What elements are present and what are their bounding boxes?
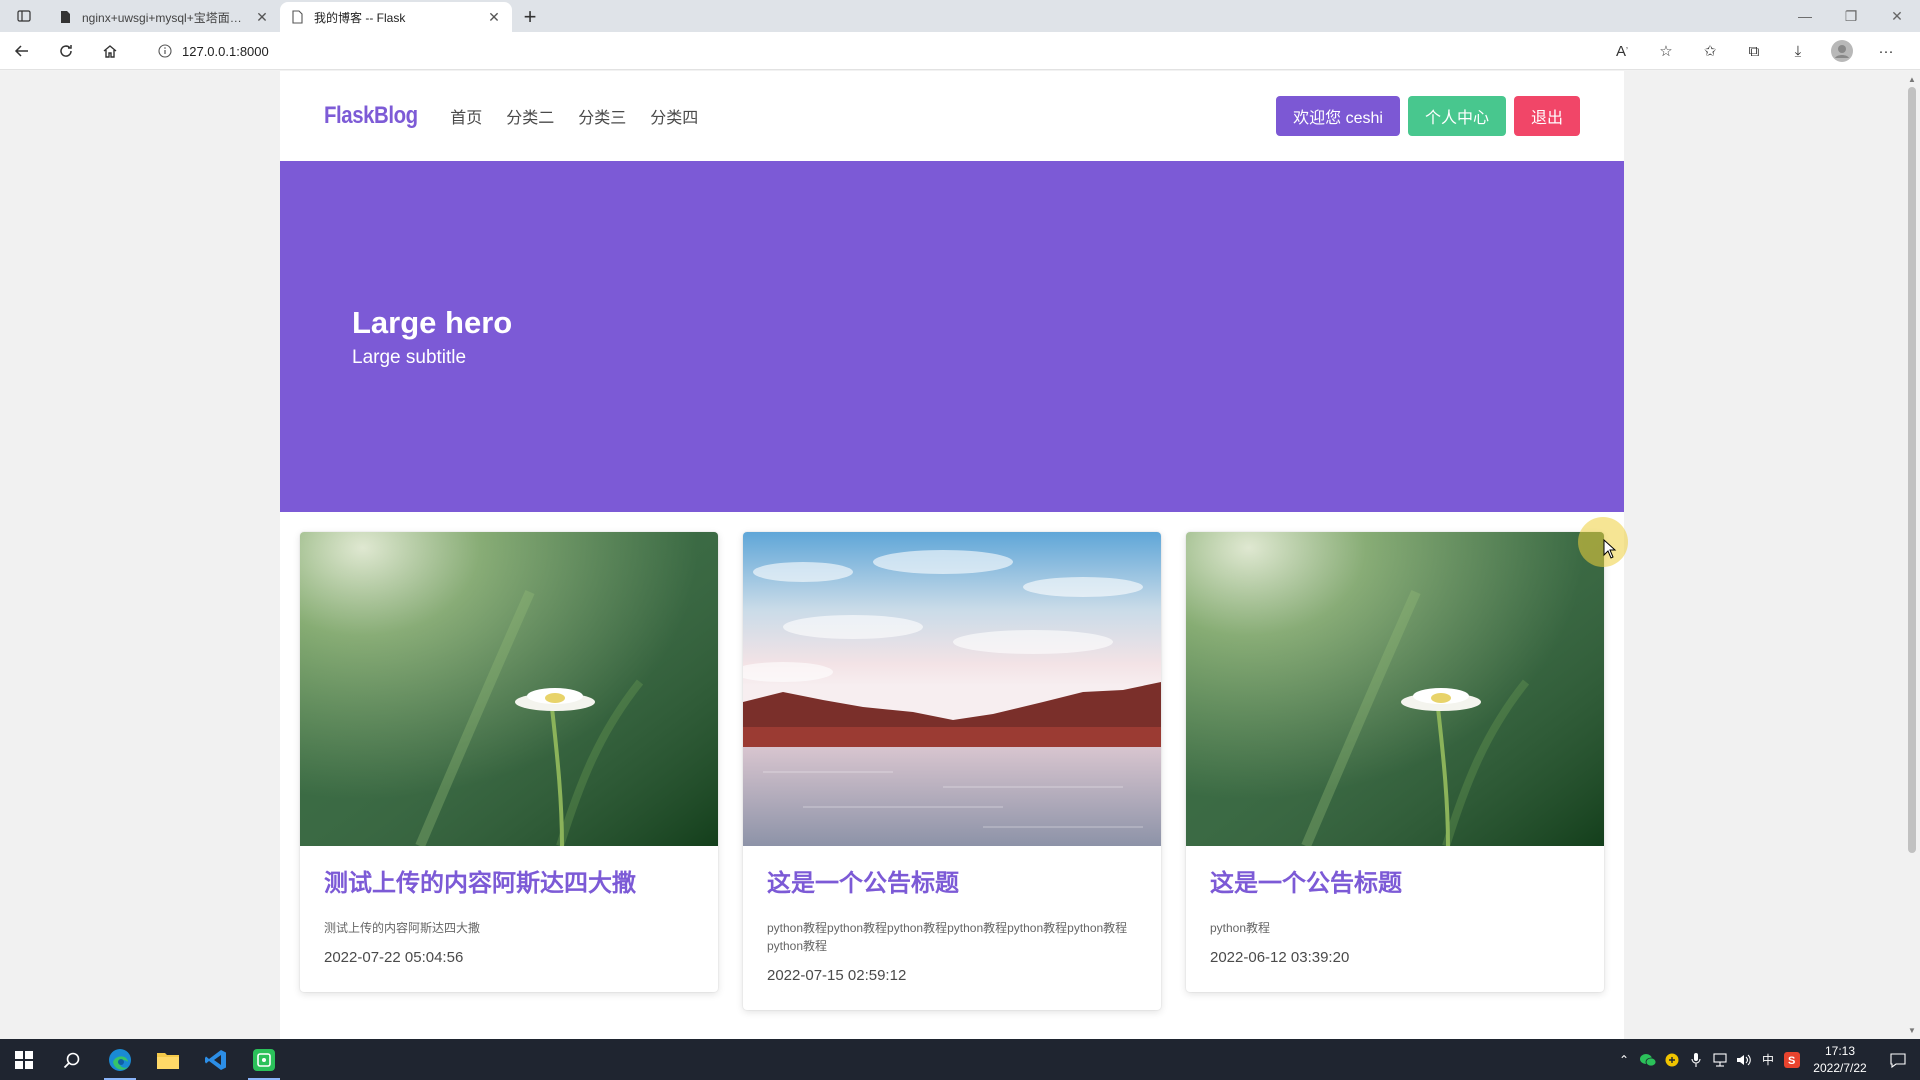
page-viewport: FlaskBlog 首页 分类二 分类三 分类四 欢迎您 ceshi 个人中心 …: [0, 71, 1920, 1039]
minimize-icon[interactable]: —: [1782, 0, 1828, 32]
page-scrollbar[interactable]: ▲ ▼: [1904, 71, 1920, 1039]
nav-link-category-4[interactable]: 分类四: [650, 104, 698, 128]
daisy-photo[interactable]: [300, 532, 718, 846]
input-method-indicator[interactable]: 中: [1756, 1051, 1780, 1068]
browser-tab-bar: nginx+uwsgi+mysql+宝塔面板部 ✕ 我的博客 -- Flask …: [0, 0, 1920, 32]
tab-title: 我的博客 -- Flask: [314, 10, 406, 25]
post-title[interactable]: 这是一个公告标题: [1210, 868, 1580, 899]
scrollbar-thumb[interactable]: [1908, 87, 1916, 853]
site-navbar: FlaskBlog 首页 分类二 分类三 分类四 欢迎您 ceshi 个人中心 …: [280, 71, 1624, 161]
welcome-user-button[interactable]: 欢迎您 ceshi: [1276, 96, 1400, 136]
nav-links: 首页 分类二 分类三 分类四: [450, 104, 722, 128]
tab-title: nginx+uwsgi+mysql+宝塔面板部: [82, 10, 248, 25]
notification-center-icon[interactable]: [1876, 1052, 1920, 1068]
wechat-icon[interactable]: [1636, 1053, 1660, 1067]
sogou-ime-icon[interactable]: S: [1780, 1051, 1804, 1068]
scroll-up-icon[interactable]: ▲: [1908, 75, 1916, 84]
nav-link-category-3[interactable]: 分类三: [578, 104, 626, 128]
edge-icon[interactable]: [96, 1039, 144, 1080]
post-date: 2022-07-15 02:59:12: [767, 967, 907, 985]
site-logo[interactable]: FlaskBlog: [324, 102, 418, 130]
downloads-icon[interactable]: ⤓: [1776, 32, 1820, 70]
nav-link-home[interactable]: 首页: [450, 104, 482, 128]
clock-date: 2022/7/22: [1813, 1060, 1867, 1075]
wechat-devtools-icon[interactable]: [240, 1039, 288, 1080]
post-excerpt: python教程: [1210, 921, 1271, 936]
post-excerpt: 测试上传的内容阿斯达四大撒: [324, 921, 481, 936]
logout-button[interactable]: 退出: [1513, 96, 1580, 136]
browser-tab-1[interactable]: nginx+uwsgi+mysql+宝塔面板部 ✕: [48, 2, 280, 32]
post-title[interactable]: 这是一个公告标题: [767, 868, 1137, 899]
app-tray-icon[interactable]: [1660, 1053, 1684, 1067]
microphone-icon[interactable]: [1684, 1052, 1708, 1067]
mouse-cursor-icon: [1603, 539, 1617, 559]
post-excerpt: python教程python教程python教程python教程python教程…: [767, 921, 1128, 954]
more-options-icon[interactable]: ···: [1864, 32, 1908, 70]
read-aloud-icon[interactable]: Aʼ: [1600, 32, 1644, 70]
show-hidden-icons-icon[interactable]: ⌃: [1612, 1053, 1636, 1067]
post-date: 2022-06-12 03:39:20: [1210, 949, 1350, 967]
nav-link-category-2[interactable]: 分类二: [506, 104, 554, 128]
lake-sky-photo[interactable]: [743, 532, 1161, 846]
post-date: 2022-07-22 05:04:56: [324, 949, 464, 967]
url-field[interactable]: 127.0.0.1:8000: [148, 36, 1668, 66]
site-info-icon[interactable]: [148, 44, 182, 58]
scroll-down-icon[interactable]: ▼: [1908, 1026, 1916, 1035]
vscode-icon[interactable]: [192, 1039, 240, 1080]
windows-taskbar: ⌃ 中 S 17:13 2022/7/22: [0, 1039, 1920, 1080]
back-icon[interactable]: [0, 32, 44, 70]
close-tab-icon[interactable]: ✕: [486, 9, 502, 25]
home-icon[interactable]: [88, 32, 132, 70]
favorites-icon[interactable]: ✩: [1688, 32, 1732, 70]
svg-text:S: S: [1788, 1055, 1795, 1067]
hero-subtitle: Large subtitle: [352, 347, 467, 368]
close-tab-icon[interactable]: ✕: [254, 9, 270, 25]
page-icon: [292, 10, 303, 24]
close-window-icon[interactable]: ✕: [1874, 0, 1920, 32]
system-tray: ⌃ 中 S 17:13 2022/7/22: [1612, 1039, 1920, 1080]
post-card[interactable]: 这是一个公告标题 python教程 2022-06-12 03:39:20: [1186, 532, 1604, 993]
browser-tab-2[interactable]: 我的博客 -- Flask ✕: [280, 2, 512, 32]
add-favorite-icon[interactable]: ☆: [1644, 32, 1688, 70]
address-toolbar: 127.0.0.1:8000 Aʼ ☆ ✩ ⧉ ⤓ ···: [0, 32, 1920, 70]
tab-actions-icon[interactable]: [0, 0, 48, 32]
windows-start-icon[interactable]: [0, 1039, 48, 1080]
document-icon: [61, 11, 70, 23]
collections-icon[interactable]: ⧉: [1732, 32, 1776, 70]
hero-title: Large hero: [352, 305, 513, 340]
post-title[interactable]: 测试上传的内容阿斯达四大撒: [324, 868, 694, 899]
hero-banner: Large hero Large subtitle: [280, 161, 1624, 512]
refresh-icon[interactable]: [44, 32, 88, 70]
system-clock[interactable]: 17:13 2022/7/22: [1804, 1043, 1876, 1077]
file-explorer-icon[interactable]: [144, 1039, 192, 1080]
restore-icon[interactable]: ❐: [1828, 0, 1874, 32]
blog-page: FlaskBlog 首页 分类二 分类三 分类四 欢迎您 ceshi 个人中心 …: [280, 71, 1624, 1039]
profile-avatar-icon[interactable]: [1820, 32, 1864, 70]
post-card[interactable]: 测试上传的内容阿斯达四大撒 测试上传的内容阿斯达四大撒 2022-07-22 0…: [300, 532, 718, 993]
post-card[interactable]: 这是一个公告标题 python教程python教程python教程python教…: [743, 532, 1161, 1011]
new-tab-button[interactable]: +: [512, 2, 548, 32]
personal-center-button[interactable]: 个人中心: [1407, 96, 1506, 136]
search-icon[interactable]: [48, 1039, 96, 1080]
daisy-photo[interactable]: [1186, 532, 1604, 846]
network-icon[interactable]: [1708, 1052, 1732, 1067]
url-text: 127.0.0.1:8000: [182, 43, 269, 59]
volume-icon[interactable]: [1732, 1053, 1756, 1067]
clock-time: 17:13: [1824, 1043, 1856, 1058]
